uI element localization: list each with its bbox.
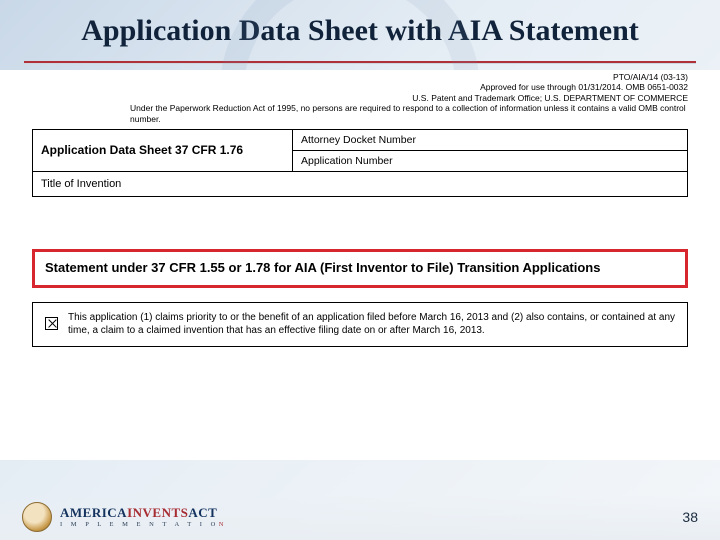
title-divider: [24, 61, 696, 64]
form-header-meta: PTO/AIA/14 (03-13) Approved for use thro…: [0, 70, 720, 129]
ads-right-stack: Attorney Docket Number Application Numbe…: [293, 130, 687, 171]
aia-logo-sub: I M P L E M E N T A T I ON: [60, 522, 227, 529]
aia-statement-box: This application (1) claims priority to …: [32, 302, 688, 347]
ads-heading-cell: Application Data Sheet 37 CFR 1.76: [33, 130, 293, 171]
page-number: 38: [682, 509, 698, 525]
logo-word-act: ACT: [188, 505, 217, 520]
title-of-invention-cell: Title of Invention: [33, 172, 687, 196]
attorney-docket-cell: Attorney Docket Number: [293, 130, 687, 150]
seal-icon: [22, 502, 52, 532]
form-area: PTO/AIA/14 (03-13) Approved for use thro…: [0, 70, 720, 460]
logo-sub-b: N: [219, 521, 227, 528]
slide: Application Data Sheet with AIA Statemen…: [0, 0, 720, 540]
logo-sub-a: I M P L E M E N T A T I O: [60, 521, 219, 528]
ads-grid: Application Data Sheet 37 CFR 1.76 Attor…: [32, 129, 688, 197]
aia-logo-main: AMERICAINVENTSACT: [60, 505, 227, 521]
aia-logo: AMERICAINVENTSACT I M P L E M E N T A T …: [60, 505, 227, 529]
meta-line-1: PTO/AIA/14 (03-13): [130, 72, 688, 83]
aia-statement-heading: Statement under 37 CFR 1.55 or 1.78 for …: [45, 260, 675, 277]
meta-line-2: Approved for use through 01/31/2014. OMB…: [130, 82, 688, 93]
application-number-cell: Application Number: [293, 150, 687, 171]
aia-statement-highlight: Statement under 37 CFR 1.55 or 1.78 for …: [32, 249, 688, 288]
meta-line-3: U.S. Patent and Trademark Office; U.S. D…: [130, 93, 688, 104]
meta-line-4: Under the Paperwork Reduction Act of 199…: [130, 103, 688, 124]
slide-title: Application Data Sheet with AIA Statemen…: [0, 0, 720, 57]
ads-grid-row-1: Application Data Sheet 37 CFR 1.76 Attor…: [33, 130, 687, 171]
logo-word-invents: INVENTS: [127, 505, 188, 520]
logo-word-america: AMERICA: [60, 505, 127, 520]
footer: AMERICAINVENTSACT I M P L E M E N T A T …: [0, 494, 720, 540]
ads-grid-row-2: Title of Invention: [33, 171, 687, 196]
aia-checkbox-checked-icon: [45, 317, 58, 330]
aia-statement-text: This application (1) claims priority to …: [68, 311, 677, 338]
